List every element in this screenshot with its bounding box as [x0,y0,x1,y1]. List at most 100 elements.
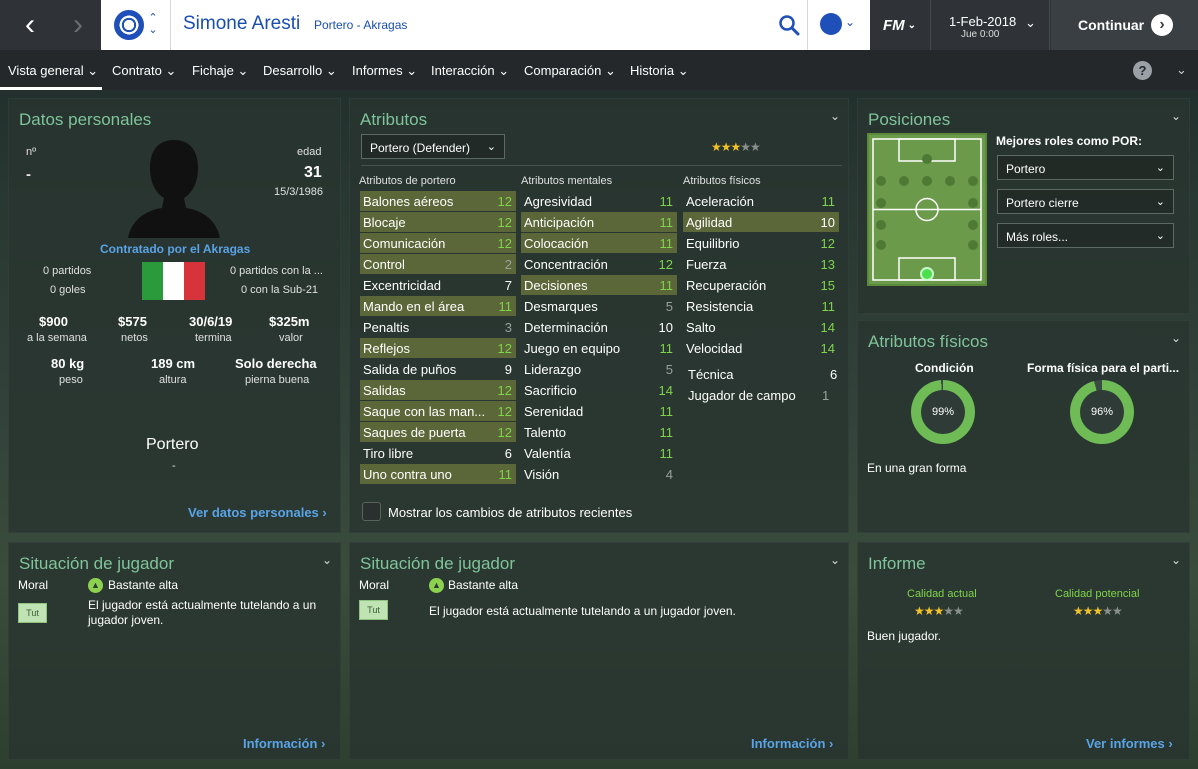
attribute-row[interactable]: Determinación 10 [521,317,677,337]
attribute-row[interactable]: Comunicación 12 [360,233,516,253]
player-subtitle[interactable]: Portero - Akragas [314,18,407,32]
attribute-row[interactable]: Visión 4 [521,464,677,484]
information-link[interactable]: Información › [751,736,833,751]
attribute-value: 10 [820,215,835,230]
attribute-row[interactable]: Recuperación 15 [683,275,839,295]
attribute-row[interactable]: Liderazgo 5 [521,359,677,379]
help-icon[interactable]: ? [1133,61,1152,80]
divider [361,165,842,166]
tab-contrato[interactable]: Contrato ⌄ [112,63,176,79]
attribute-name: Serenidad [524,404,584,419]
attribute-row[interactable]: Talento 11 [521,422,677,442]
attribute-name: Juego en equipo [524,341,621,356]
tab-comparacion[interactable]: Comparación ⌄ [524,63,616,79]
attribute-row[interactable]: Velocidad 14 [683,338,839,358]
attribute-row[interactable]: Aceleración 11 [683,191,839,211]
chevron-down-icon[interactable]: ⌄ [1171,331,1181,345]
fm-menu-button[interactable]: FM ⌄ [870,0,929,50]
attribute-value: 11 [659,194,674,209]
view-personal-data-link[interactable]: Ver datos personales › [188,505,327,520]
attribute-row[interactable]: Juego en equipo 11 [521,338,677,358]
crest-switch-arrows-icon[interactable]: ⌃ ⌄ [147,12,159,38]
fm-label: FM [882,16,905,34]
attribute-row[interactable]: Tiro libre 6 [360,443,516,463]
contracted-by[interactable]: Contratado por el Akragas [100,242,250,256]
forward-button[interactable]: › [53,0,103,50]
attribute-name: Decisiones [524,278,588,293]
attribute-row[interactable]: Colocación 11 [521,233,677,253]
condition-label: Condición [915,361,974,375]
attribute-row[interactable]: Blocaje 12 [360,212,516,232]
club-crest-icon[interactable] [114,10,144,40]
view-reports-link[interactable]: Ver informes › [1086,736,1173,751]
date-display[interactable]: 1-Feb-2018 Jue 0:00 ⌄ [930,0,1050,50]
attribute-row[interactable]: Mando en el área 11 [360,296,516,316]
attribute-value: 2 [504,257,512,272]
attribute-row[interactable]: Reflejos 12 [360,338,516,358]
chevron-down-icon[interactable]: ⌄ [845,15,855,29]
attribute-row[interactable]: Decisiones 11 [521,275,677,295]
u21-goals: 0 con la Sub-21 [241,284,319,296]
attribute-row[interactable]: Uno contra uno 11 [360,464,516,484]
attribute-row[interactable]: Balones aéreos 12 [360,191,516,211]
attribute-row[interactable]: Valentía 11 [521,443,677,463]
attribute-row[interactable]: Saque con las man... 12 [360,401,516,421]
attribute-row[interactable]: Saques de puerta 12 [360,422,516,442]
situation-text: El jugador está actualmente tutelando a … [429,604,736,618]
attribute-row[interactable]: Anticipación 11 [521,212,677,232]
show-changes-checkbox[interactable] [362,502,381,521]
chevron-down-icon[interactable]: ⌄ [830,109,840,123]
attribute-name: Talento [524,425,566,440]
attribute-row[interactable]: Resistencia 11 [683,296,839,316]
chevron-down-icon[interactable]: ⌄ [830,553,840,567]
chevron-down-icon[interactable]: ⌄ [1171,553,1181,567]
attribute-row[interactable]: Sacrificio 14 [521,380,677,400]
continue-button[interactable]: Continuar › [1051,0,1198,50]
tab-vista-general[interactable]: Vista general ⌄ [8,63,98,79]
more-roles-select[interactable]: Más roles... ⌄ [997,223,1174,248]
attribute-name: Sacrificio [524,383,577,398]
role-select[interactable]: Portero (Defender) ⌄ [361,134,505,159]
attribute-row[interactable]: Desmarques 5 [521,296,677,316]
player-silhouette-icon [128,140,220,238]
show-changes-label[interactable]: Mostrar los cambios de atributos recient… [388,505,632,520]
attribute-row[interactable]: Agresividad 11 [521,191,677,211]
chevron-down-icon[interactable]: ⌄ [322,553,332,567]
wage-value: $900 [39,314,68,329]
attribute-row[interactable]: Salida de puños 9 [360,359,516,379]
attribute-row[interactable]: Serenidad 11 [521,401,677,421]
role-option-portero-cierre[interactable]: Portero cierre ⌄ [997,189,1174,214]
value-label: valor [279,332,303,344]
wage-label: a la semana [27,332,87,344]
attribute-row[interactable]: Excentricidad 7 [360,275,516,295]
role-option-portero[interactable]: Portero ⌄ [997,155,1174,180]
chevron-down-icon[interactable]: ⌄ [1176,62,1187,78]
attribute-row[interactable]: Control 2 [360,254,516,274]
attribute-row[interactable]: Equilibrio 12 [683,233,839,253]
attribute-row[interactable]: Salidas 12 [360,380,516,400]
tab-interaccion[interactable]: Interacción ⌄ [431,63,509,79]
condition-value: 99% [921,390,965,434]
search-icon[interactable] [778,14,800,36]
tab-historia[interactable]: Historia ⌄ [630,63,689,79]
attribute-row[interactable]: Concentración 12 [521,254,677,274]
attribute-row[interactable]: Salto 14 [683,317,839,337]
tab-fichaje[interactable]: Fichaje ⌄ [192,63,248,79]
panel-title: Datos personales [19,110,152,129]
attribute-row[interactable]: Agilidad 10 [683,212,839,232]
chevron-down-icon[interactable]: ⌄ [1171,109,1181,123]
tab-informes[interactable]: Informes ⌄ [352,63,417,79]
position-pitch[interactable] [867,133,987,286]
player-name[interactable]: Simone Aresti [183,13,300,35]
attribute-value: 12 [497,341,512,356]
panel-title: Atributos [360,110,428,129]
attribute-row[interactable]: Fuerza 13 [683,254,839,274]
back-button[interactable]: ‹ [5,0,55,50]
tab-desarrollo[interactable]: Desarrollo ⌄ [263,63,337,79]
attribute-row[interactable]: Penaltis 3 [360,317,516,337]
physical-status-panel: Atributos físicos ⌄ [857,320,1190,533]
information-link[interactable]: Información › [243,736,325,751]
attribute-name: Liderazgo [524,362,582,377]
technique-value: 6 [830,367,838,382]
globe-icon[interactable] [820,13,842,35]
